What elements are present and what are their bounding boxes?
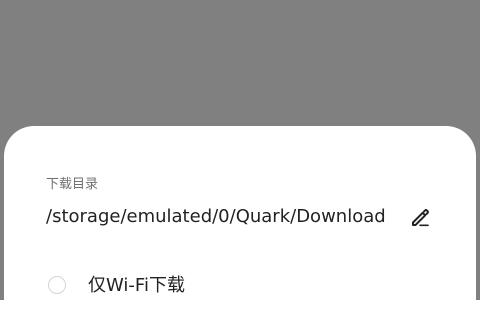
wifi-only-radio[interactable] — [48, 276, 66, 294]
download-path-text: /storage/emulated/0/Quark/Download — [46, 206, 386, 227]
wifi-only-label: 仅Wi-Fi下载 — [88, 275, 185, 296]
download-directory-label: 下载目录 — [46, 177, 99, 192]
download-settings-sheet: 下载目录 /storage/emulated/0/Quark/Download … — [4, 126, 476, 316]
wifi-only-option[interactable]: 仅Wi-Fi下载 — [48, 274, 348, 300]
edit-path-button[interactable] — [408, 205, 432, 229]
download-path-row[interactable]: /storage/emulated/0/Quark/Download — [46, 204, 446, 230]
pencil-edit-icon — [412, 209, 429, 227]
